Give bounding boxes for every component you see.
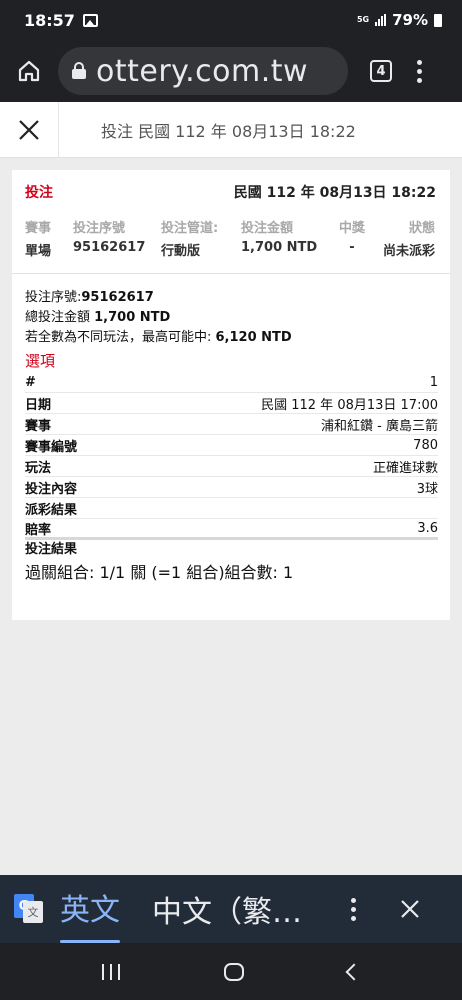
battery-level: 79% bbox=[392, 11, 428, 29]
browser-menu-button[interactable] bbox=[416, 59, 422, 83]
options-title: 選項 bbox=[25, 352, 56, 370]
bet-label: 投注 bbox=[25, 185, 53, 201]
signal-icon bbox=[375, 14, 387, 26]
status-bar: 18:57 5G 79% bbox=[0, 0, 462, 40]
close-icon bbox=[19, 119, 39, 140]
network-5g-icon: 5G bbox=[356, 15, 370, 24]
bet-result-label: 投注結果 bbox=[25, 542, 78, 557]
translate-menu-button[interactable] bbox=[350, 897, 356, 921]
serial-line: 投注序號:95162617 bbox=[25, 290, 154, 305]
tab-chinese-traditional[interactable]: 中文（繁體） bbox=[152, 887, 312, 931]
google-translate-icon: G文 bbox=[14, 894, 44, 924]
summary-value-channel: 行動版 bbox=[161, 244, 201, 259]
browser-toolbar: ottery.com.tw 4 bbox=[0, 40, 462, 102]
header-divider bbox=[58, 101, 59, 158]
close-icon bbox=[401, 900, 419, 918]
summary-value-event: 單場 bbox=[25, 244, 52, 259]
total-line: 總投注金額 1,700 NTD bbox=[25, 310, 171, 325]
options-table: #1 日期 民國 112 年 08月13日 17:00 賽事 浦和紅鑽 - 廣島三箭… bbox=[12, 372, 450, 540]
max-payout-line: 若全數為不同玩法，最高可能中: 6,120 NTD bbox=[25, 330, 292, 345]
summary-header-status: 狀態 bbox=[408, 221, 435, 236]
bet-info: 投注序號:95162617 總投注金額 1,700 NTD 若全數為不同玩法，最… bbox=[12, 274, 450, 372]
battery-icon bbox=[434, 13, 442, 27]
combination-text: 過關組合: 1/1 關 (=1 組合)組合數: 1 bbox=[25, 563, 294, 582]
summary-header-serial: 投注序號 bbox=[73, 221, 126, 236]
translate-close-button[interactable] bbox=[400, 899, 420, 919]
table-row: #1 bbox=[25, 372, 438, 393]
bet-date: 民國 112 年 08月13日 18:22 bbox=[233, 185, 436, 201]
summary-header-win: 中獎 bbox=[338, 221, 365, 236]
bet-detail-card: 投注 民國 112 年 08月13日 18:22 賽事單場 投注序號 951626… bbox=[12, 170, 450, 620]
system-nav-bar bbox=[0, 943, 462, 1000]
summary-value-status: 尚未派彩 bbox=[382, 244, 435, 259]
table-row: 賽事編號 780 bbox=[25, 435, 438, 456]
table-row: 玩法 正確進球數 bbox=[25, 456, 438, 477]
tab-english[interactable]: 英文 bbox=[60, 885, 120, 943]
home-icon bbox=[18, 60, 40, 82]
home-nav-button[interactable] bbox=[224, 962, 244, 981]
gallery-notification-icon bbox=[82, 13, 98, 27]
table-row: 派彩結果 bbox=[25, 498, 438, 519]
table-row: 投注內容 3球 bbox=[25, 477, 438, 498]
tab-switcher-button[interactable]: 4 bbox=[370, 60, 392, 82]
summary-header-event: 賽事 bbox=[25, 221, 52, 236]
bet-summary: 賽事單場 投注序號 95162617 投注管道: 行動版 投注金額 1,700 NTD… bbox=[12, 217, 450, 259]
table-row: 日期 民國 112 年 08月13日 17:00 bbox=[25, 393, 438, 414]
translate-bar: G文 英文 中文（繁體） bbox=[0, 875, 462, 943]
home-button[interactable] bbox=[0, 40, 58, 102]
page-header: 投注 民國 112 年 08月13日 18:22 bbox=[0, 101, 462, 158]
lock-icon bbox=[72, 62, 86, 80]
status-time: 18:57 bbox=[24, 10, 75, 30]
summary-value-win: - bbox=[349, 240, 355, 255]
back-button[interactable] bbox=[345, 963, 363, 980]
close-button[interactable] bbox=[0, 102, 58, 158]
summary-header-channel: 投注管道: bbox=[161, 221, 219, 236]
address-bar[interactable]: ottery.com.tw bbox=[58, 47, 348, 95]
url-text: ottery.com.tw bbox=[96, 53, 309, 89]
summary-value-amount: 1,700 NTD bbox=[241, 240, 318, 255]
recent-apps-button[interactable] bbox=[102, 963, 120, 980]
table-row: 賽事 浦和紅鑽 - 廣島三箭 bbox=[25, 414, 438, 435]
table-row: 賠率 3.6 bbox=[25, 519, 438, 540]
summary-header-amount: 投注金額 bbox=[241, 221, 294, 236]
summary-value-serial: 95162617 bbox=[73, 240, 146, 255]
page-title: 投注 民國 112 年 08月13日 18:22 bbox=[101, 121, 356, 141]
